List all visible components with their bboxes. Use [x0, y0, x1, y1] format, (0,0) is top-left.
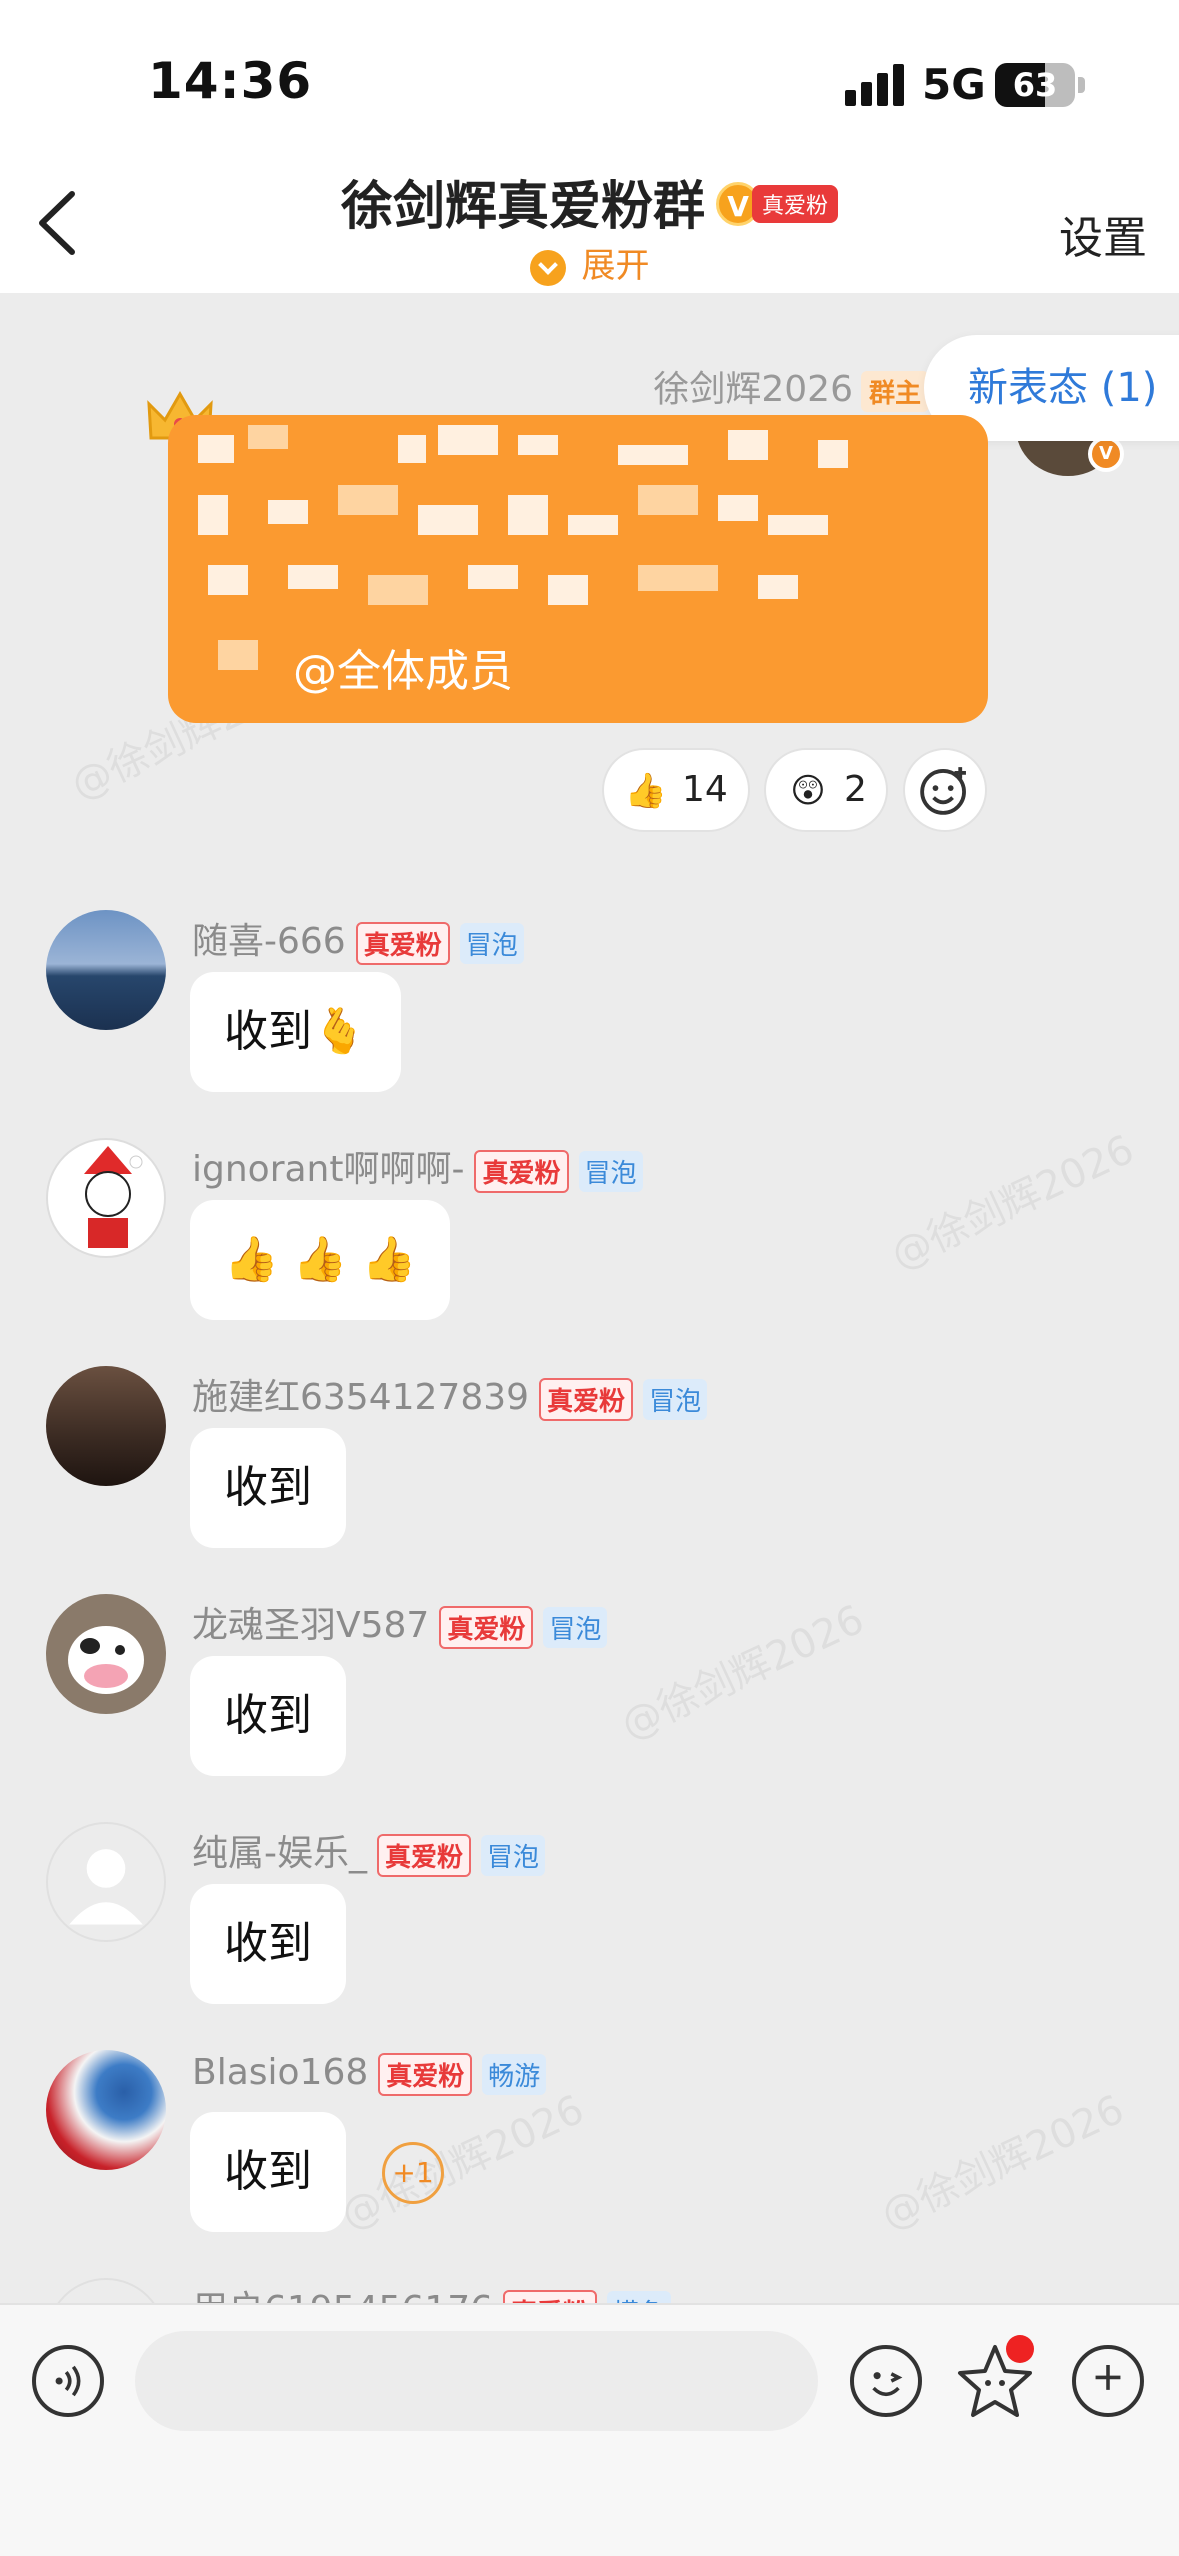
network-type: 5G	[922, 60, 986, 109]
avatar[interactable]	[46, 1138, 166, 1258]
level-tag: 冒泡	[643, 1378, 708, 1420]
owner-sender-line: 徐剑辉2026 群主	[653, 360, 929, 412]
sender-name-line: Blasio168 真爱粉 畅游	[192, 2052, 547, 2096]
owner-name: 徐剑辉2026	[653, 369, 853, 410]
sender-name[interactable]: 随喜-666	[192, 921, 346, 962]
plus-one-button[interactable]: +1	[382, 2142, 444, 2204]
level-tag: 冒泡	[543, 1606, 608, 1648]
status-time: 14:36	[148, 52, 313, 110]
notification-dot	[1006, 2335, 1034, 2363]
watermark: @徐剑辉2026	[334, 2086, 591, 2239]
message-bubble[interactable]: 收到	[190, 2112, 346, 2232]
reaction-surprised[interactable]: 😲 2	[764, 748, 888, 832]
avatar[interactable]	[46, 910, 166, 1030]
watermark: @徐剑辉2026	[614, 1596, 871, 1749]
message-bubble[interactable]: 收到	[190, 1428, 346, 1548]
fan-tag: 真爱粉	[474, 1149, 569, 1193]
message-bubble[interactable]: 收到	[190, 1656, 346, 1776]
sender-name-line: 随喜-666 真爱粉 冒泡	[192, 912, 524, 965]
message-input[interactable]	[135, 2331, 818, 2431]
plus-icon[interactable]	[1072, 2345, 1144, 2417]
sender-name-line: 纯属-娱乐_ 真爱粉 冒泡	[192, 1824, 546, 1877]
surprised-emoji-icon: 😲	[790, 771, 826, 811]
sender-name[interactable]: ignorant啊啊啊-	[192, 1149, 464, 1190]
battery-icon: 63	[995, 63, 1075, 107]
mention-all-members[interactable]: @全体成员	[293, 635, 513, 699]
level-tag: 冒泡	[459, 922, 524, 964]
reaction-thumbs-up[interactable]: 👍 14	[602, 748, 750, 832]
emoji-icon[interactable]	[850, 2345, 922, 2417]
expand-button[interactable]: 展开	[0, 238, 1179, 287]
message-bubble[interactable]: 收到🫰	[190, 972, 401, 1092]
sender-name-line: 龙魂圣羽V587 真爱粉 冒泡	[192, 1596, 608, 1649]
battery-cap	[1078, 77, 1085, 93]
avatar[interactable]	[46, 1594, 166, 1714]
sender-name[interactable]: 龙魂圣羽V587	[192, 1605, 429, 1646]
sender-name-line: ignorant啊啊啊- 真爱粉 冒泡	[192, 1140, 643, 1193]
status-bar: 14:36 5G 63	[0, 0, 1179, 150]
fan-tag: 真爱粉	[377, 1833, 472, 1877]
fan-group-badge: V 真爱粉	[716, 181, 839, 226]
group-title: 徐剑辉真爱粉群	[340, 177, 705, 237]
reaction-count: 2	[844, 769, 867, 810]
avatar[interactable]	[46, 1366, 166, 1486]
settings-button[interactable]: 设置	[1059, 202, 1147, 266]
avatar-cow-icon	[68, 1626, 144, 1694]
group-owner-tag: 群主	[860, 370, 929, 412]
group-title-wrap[interactable]: 徐剑辉真爱粉群 V 真爱粉	[0, 164, 1179, 239]
watermark: @徐剑辉2026	[874, 2086, 1131, 2239]
chevron-down-icon	[529, 249, 566, 286]
watermark: @徐剑辉2026	[884, 1126, 1141, 1279]
fan-tag: 真爱粉	[439, 1605, 534, 1649]
reaction-count: 14	[682, 769, 728, 810]
avatar[interactable]	[46, 2050, 166, 2170]
message-bubble[interactable]: 收到	[190, 1884, 346, 2004]
voice-icon[interactable]	[32, 2345, 104, 2417]
fan-tag: 真爱粉	[378, 2052, 473, 2096]
owner-message-bubble[interactable]: @全体成员	[168, 415, 988, 723]
add-reaction-icon[interactable]	[903, 748, 987, 832]
signal-icon	[845, 64, 905, 106]
fan-tag: 真爱粉	[539, 1377, 634, 1421]
sender-name[interactable]: 纯属-娱乐_	[192, 1833, 367, 1874]
verified-v-icon: V	[1088, 436, 1124, 472]
fan-badge-label: 真爱粉	[752, 184, 839, 223]
level-tag: 冒泡	[578, 1150, 643, 1192]
input-bar	[0, 2303, 1179, 2556]
avatar[interactable]	[46, 1822, 166, 1942]
level-tag: 冒泡	[481, 1834, 546, 1876]
sender-name-line: 施建红6354127839 真爱粉 冒泡	[192, 1368, 708, 1421]
default-avatar-icon	[69, 1849, 143, 1925]
message-bubble[interactable]: 👍 👍 👍	[190, 1200, 451, 1320]
avatar-cartoon-icon	[84, 1146, 143, 1248]
sender-name[interactable]: 施建红6354127839	[192, 1377, 529, 1418]
sender-name[interactable]: Blasio168	[192, 2052, 368, 2093]
expand-label: 展开	[581, 246, 650, 286]
fan-tag: 真爱粉	[355, 921, 450, 965]
battery-percent: 63	[1012, 66, 1058, 104]
level-tag: 畅游	[482, 2053, 547, 2095]
chat-header: 徐剑辉真爱粉群 V 真爱粉 展开 设置	[0, 150, 1179, 293]
thumbs-up-emoji-icon: 👍	[624, 771, 668, 811]
